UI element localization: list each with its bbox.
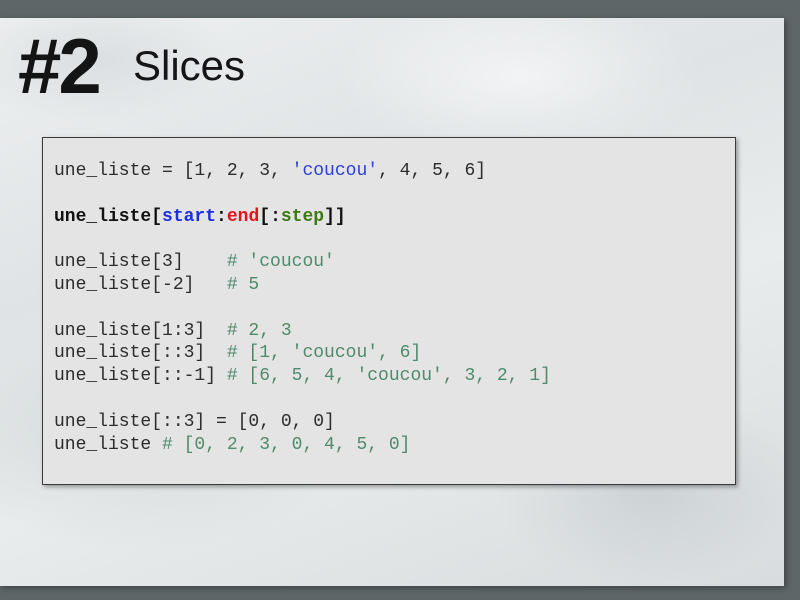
code-block: une_liste = [1, 2, 3, 'coucou', 4, 5, 6]…: [42, 137, 736, 485]
code-text: une_liste[1:3]: [54, 320, 227, 341]
code-line-slice-syntax: une_liste[start:end[:step]]: [54, 206, 551, 229]
slice-end-keyword: end: [226, 206, 260, 227]
code-text: [:: [259, 206, 281, 227]
code-line-slice: une_liste[::3] # [1, 'coucou', 6]: [54, 342, 551, 365]
code-comment: # [1, 'coucou', 6]: [226, 343, 422, 364]
code-text: une_liste[::3]: [54, 343, 227, 364]
code-text: une_liste[-2]: [54, 274, 227, 295]
code-text: :: [216, 206, 227, 227]
slice-start-keyword: start: [162, 206, 217, 227]
code-comment: # 5: [226, 274, 260, 295]
code-text: une_liste: [54, 434, 163, 455]
code-line-list-definition: une_liste = [1, 2, 3, 'coucou', 4, 5, 6]: [54, 160, 551, 183]
code-text: une_liste = [1, 2, 3,: [54, 161, 292, 181]
code-comment: # 2, 3: [226, 320, 292, 341]
code-listing: une_liste = [1, 2, 3, 'coucou', 4, 5, 6]…: [54, 160, 551, 456]
code-text: une_liste[: [54, 206, 163, 227]
code-line-slice: une_liste[1:3] # 2, 3: [54, 320, 551, 343]
code-comment: # 'coucou': [226, 252, 335, 273]
code-text: , 4, 5, 6]: [378, 161, 487, 181]
code-line-slice: une_liste[::-1] # [6, 5, 4, 'coucou', 3,…: [54, 365, 551, 388]
code-text: ]]: [324, 206, 346, 227]
slide-title: Slices: [133, 42, 246, 89]
slide-number: #2: [18, 22, 102, 110]
code-line-index: une_liste[3] # 'coucou': [54, 251, 551, 274]
string-literal: 'coucou': [291, 161, 379, 181]
code-line-index: une_liste[-2] # 5: [54, 274, 551, 297]
code-comment: # [0, 2, 3, 0, 4, 5, 0]: [162, 434, 411, 455]
code-comment: # [6, 5, 4, 'coucou', 3, 2, 1]: [226, 366, 551, 387]
code-text: une_liste[::3] = [0, 0, 0]: [54, 411, 335, 432]
slice-step-keyword: step: [280, 206, 325, 227]
code-text: une_liste[::-1]: [54, 366, 227, 387]
code-text: une_liste[3]: [54, 252, 227, 273]
code-line-assignment: une_liste[::3] = [0, 0, 0]: [54, 411, 551, 434]
code-line-result: une_liste # [0, 2, 3, 0, 4, 5, 0]: [54, 434, 551, 457]
